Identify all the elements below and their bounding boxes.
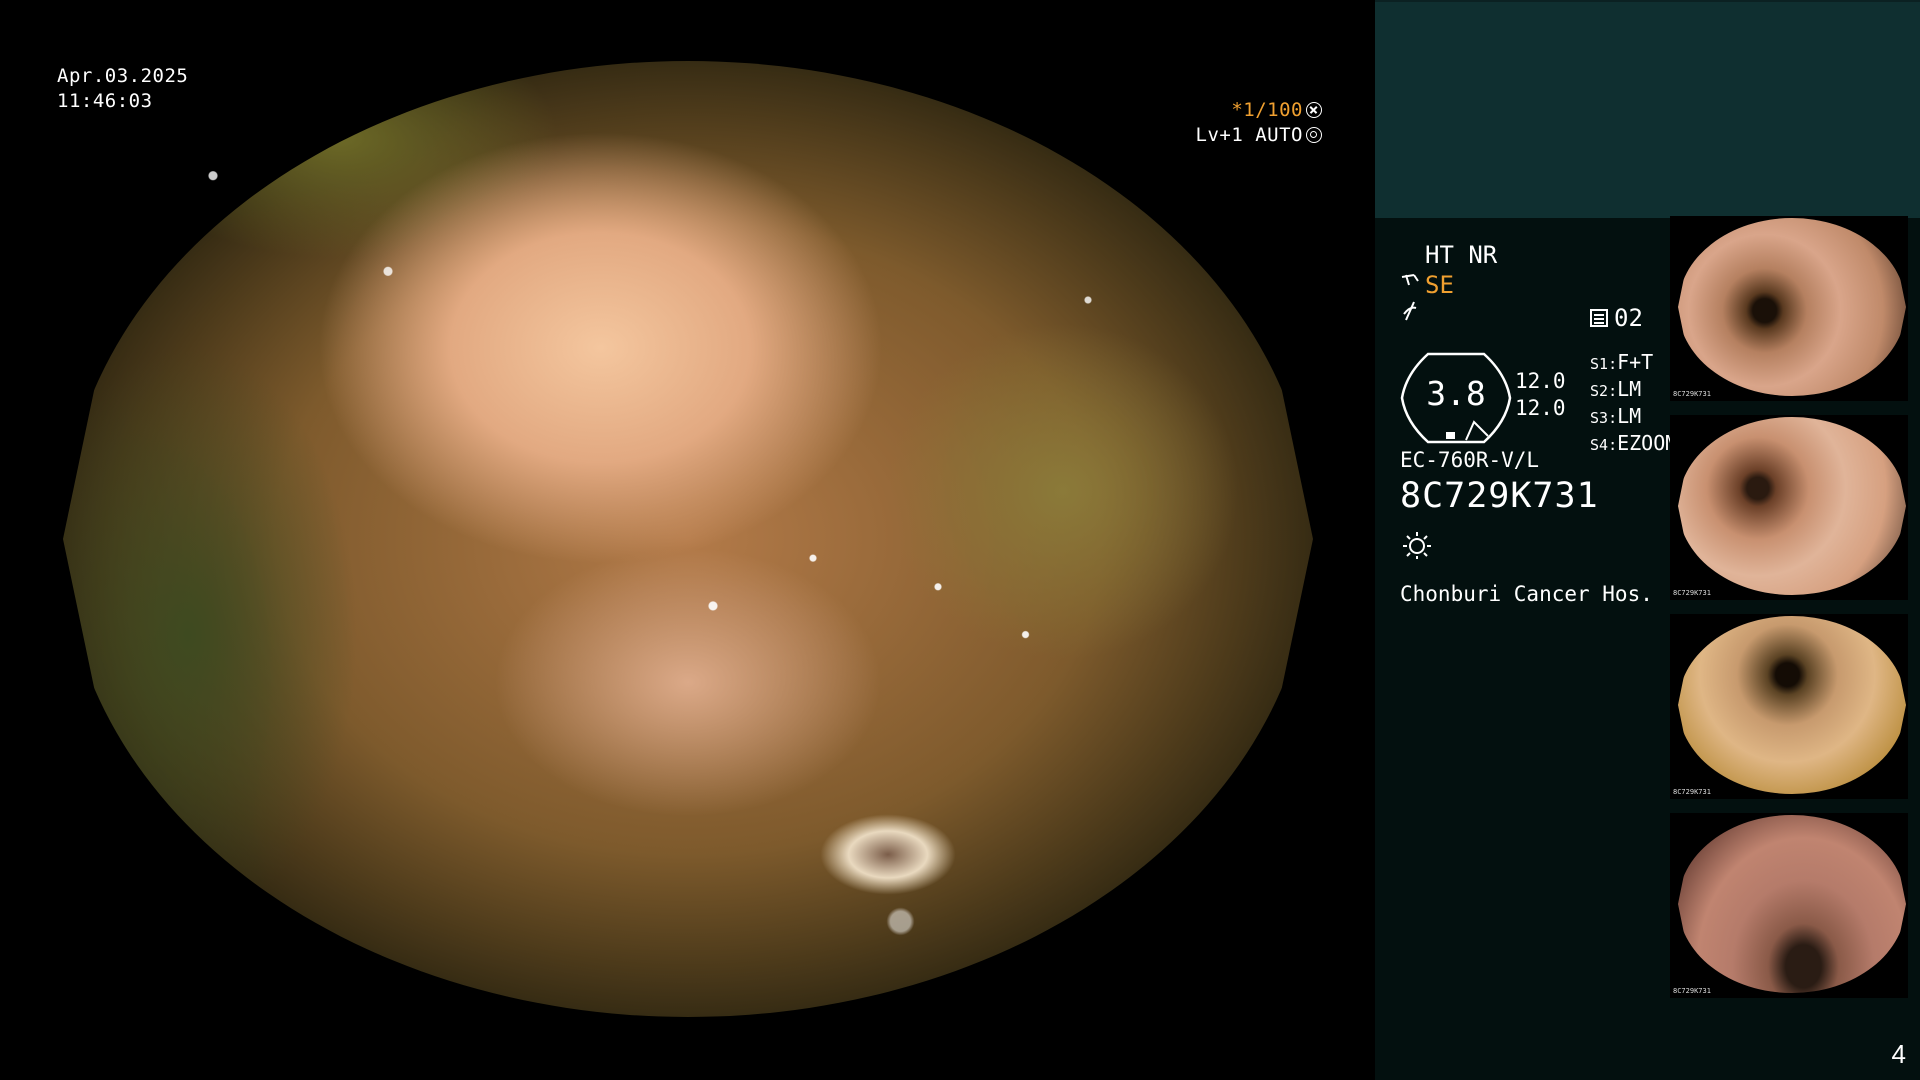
se-label: SE [1425, 271, 1454, 299]
function-icon [1400, 300, 1425, 331]
scope-icon [1400, 270, 1425, 300]
page-number: 4 [1891, 1039, 1906, 1069]
setting-key: S3 [1590, 409, 1609, 427]
thumbnail[interactable]: 8C729K731 [1670, 813, 1908, 998]
thumbnail-caption: 8C729K731 [1673, 589, 1711, 597]
auto-ring-icon [1306, 127, 1322, 143]
gauge-value: 3.8 [1426, 374, 1486, 413]
thumbnail-image [1678, 417, 1906, 595]
setting-key: S1 [1590, 355, 1609, 373]
mode-label: HT NR [1425, 241, 1498, 269]
setting-row: S1:F+T [1590, 350, 1654, 374]
scope-info: HT NR SE 02 3.8 12.0 12.0 S1:F+T S2:LM S… [1400, 240, 1677, 606]
scope-model: EC-760R-V/L [1400, 448, 1540, 472]
setting-row: S3:LM [1590, 404, 1642, 428]
gauge-side-value-2: 12.0 [1515, 396, 1566, 420]
serial-number: 8C729K731 [1400, 476, 1599, 516]
gauge-side-value-1: 12.0 [1515, 369, 1566, 393]
thumbnail-caption: 8C729K731 [1673, 987, 1711, 995]
datetime-overlay: Apr.03.2025 11:46:03 [57, 64, 188, 114]
exposure-overlay: *1/100 Lv+1 AUTO [1196, 98, 1322, 148]
thumbnail[interactable]: 8C729K731 [1670, 415, 1908, 600]
thumbnail[interactable]: 8C729K731 [1670, 614, 1908, 799]
endoscopic-image [63, 61, 1313, 1017]
setting-row: S2:LM [1590, 377, 1642, 401]
setting-value: LM [1617, 377, 1642, 401]
setting-value: F+T [1617, 350, 1654, 374]
memo-counter: 02 [1590, 304, 1643, 332]
star-aperture-icon [1306, 102, 1322, 118]
memo-count: 02 [1614, 304, 1643, 332]
thumbnail-image [1678, 218, 1906, 396]
endoscope-view: Apr.03.2025 11:46:03 *1/100 Lv+1 AUTO [0, 0, 1375, 1080]
time-label: 11:46:03 [57, 90, 153, 112]
thumbnail-strip: 8C729K731 8C729K731 8C729K731 8C729K731 [1670, 216, 1908, 1012]
panel-header-area [1375, 0, 1920, 218]
thumbnail-caption: 8C729K731 [1673, 788, 1711, 796]
thumbnail-image [1678, 616, 1906, 794]
setting-key: S4 [1590, 436, 1609, 454]
setting-value: EZOOM [1617, 431, 1678, 455]
settings-list: S1:F+T S2:LM S3:LM S4:EZOOM [1590, 350, 1677, 458]
info-panel: HT NR SE 02 3.8 12.0 12.0 S1:F+T S2:LM S… [1375, 0, 1920, 1080]
shutter-label: *1/100 [1231, 99, 1303, 121]
gauge-side-values: 12.0 12.0 [1515, 368, 1566, 422]
brightness-icon [1402, 530, 1432, 560]
setting-value: LM [1617, 404, 1642, 428]
zoom-gauge: 3.8 [1400, 352, 1512, 444]
setting-key: S2 [1590, 382, 1609, 400]
setting-row: S4:EZOOM [1590, 431, 1678, 455]
level-label: Lv+1 AUTO [1195, 124, 1303, 146]
thumbnail[interactable]: 8C729K731 [1670, 216, 1908, 401]
hospital-name: Chonburi Cancer Hos. [1400, 582, 1653, 606]
memo-icon [1590, 309, 1608, 327]
thumbnail-caption: 8C729K731 [1673, 390, 1711, 398]
date-label: Apr.03.2025 [57, 65, 189, 87]
thumbnail-image [1678, 815, 1906, 993]
